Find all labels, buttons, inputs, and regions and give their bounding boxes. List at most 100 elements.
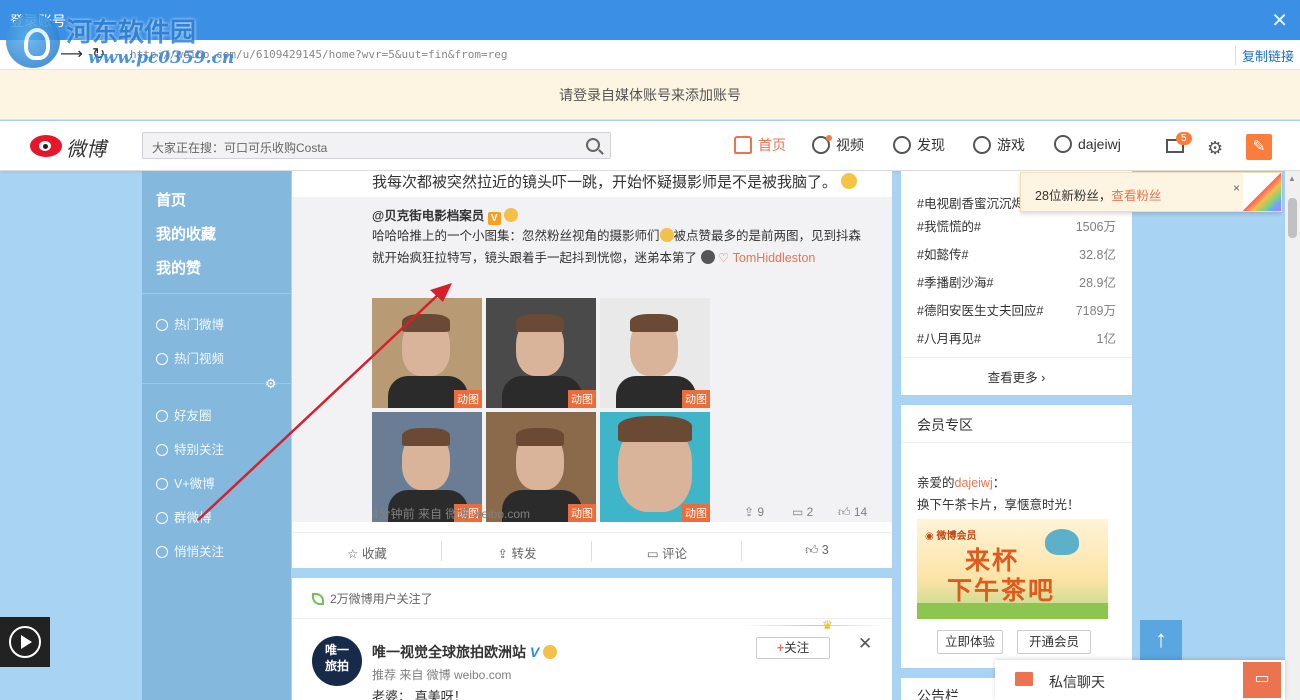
divider bbox=[901, 357, 1132, 358]
chat-bubble-icon[interactable]: ▭ bbox=[1243, 662, 1281, 698]
settings-icon[interactable]: ⚙ bbox=[265, 376, 277, 392]
hot-topic[interactable]: #八月再见# bbox=[917, 328, 981, 347]
mention-text: TomHiddleston bbox=[732, 251, 816, 265]
comment-icon: ▭ bbox=[792, 505, 807, 519]
forward-button[interactable]: ⇪ 转发 bbox=[442, 543, 592, 562]
left-nav-friends-circle[interactable]: 好友圈 bbox=[156, 405, 212, 424]
mail-badge: 5 bbox=[1176, 132, 1192, 145]
nav-video[interactable]: 视频 bbox=[812, 135, 864, 155]
address-bar: ⟶ ↻ http://weibo.com/u/6109429145/home?w… bbox=[0, 40, 1300, 70]
weibo-logo-text: 微博 bbox=[66, 139, 106, 161]
left-nav-vplus-label: V+微博 bbox=[174, 477, 215, 491]
back-arrow-icon[interactable]: ⟶ bbox=[60, 44, 83, 64]
hot-topic[interactable]: #季播剧沙海# bbox=[917, 272, 993, 291]
scroll-up-icon[interactable]: ▲ bbox=[1288, 174, 1296, 183]
follow-button[interactable]: +关注 bbox=[756, 637, 830, 659]
collect-button[interactable]: ☆ 收藏 bbox=[292, 543, 442, 562]
recommend-header: 2万微博用户关注了 bbox=[312, 590, 433, 607]
hair-shape bbox=[516, 314, 564, 332]
video-player-widget[interactable] bbox=[0, 617, 50, 667]
gif-thumbnail[interactable]: 动图 bbox=[486, 298, 596, 408]
avatar-text-2: 旅拍 bbox=[324, 659, 349, 673]
window-title-bar: 登录账号 ✕ bbox=[0, 0, 1300, 40]
try-now-button[interactable]: 立即体验 bbox=[937, 630, 1003, 654]
post-actions: ☆ 收藏 ⇪ 转发 ▭ 评论 👍︎ 3 bbox=[292, 532, 892, 568]
left-nav-likes[interactable]: 我的赞 bbox=[156, 257, 201, 278]
copy-link-button[interactable]: 复制链接 bbox=[1234, 46, 1294, 65]
left-nav-hot-weibo[interactable]: 热门微博 bbox=[156, 314, 224, 333]
emoji-icon bbox=[504, 208, 519, 222]
play-icon[interactable] bbox=[9, 626, 41, 658]
divider bbox=[292, 618, 892, 619]
search-input[interactable]: 大家正在搜：可口可乐收购Costa bbox=[142, 132, 611, 159]
banner-line-2: 下午茶吧 bbox=[947, 576, 1056, 605]
repost-comment-count[interactable]: ▭ 2 bbox=[792, 505, 813, 519]
page-scrollbar[interactable]: ▲ bbox=[1285, 171, 1300, 700]
tip-close-icon[interactable]: × bbox=[1233, 181, 1240, 195]
new-dot bbox=[826, 135, 832, 141]
hair-shape bbox=[618, 416, 692, 442]
back-to-top-button[interactable]: ↑ bbox=[1140, 620, 1182, 662]
gear-icon[interactable]: ⚙ bbox=[1207, 138, 1223, 159]
like-button[interactable]: 👍︎ 3 bbox=[742, 543, 892, 558]
gif-thumbnail[interactable]: 动图 bbox=[600, 412, 710, 522]
private-chat-bar[interactable]: 私信聊天 ▭ bbox=[995, 660, 1285, 700]
comment-button[interactable]: ▭ 评论 bbox=[592, 543, 742, 562]
left-nav-vplus[interactable]: V+微博 bbox=[156, 473, 215, 492]
weibo-vip-icon: ◉ bbox=[925, 531, 937, 542]
avatar[interactable]: 唯一 旅拍 bbox=[312, 636, 362, 686]
nav-discover[interactable]: 发现 bbox=[893, 135, 945, 155]
hot-topic[interactable]: #德阳安医生丈夫回应# bbox=[917, 300, 1043, 319]
follow-label: 关注 bbox=[784, 641, 810, 655]
hair-shape bbox=[402, 428, 450, 446]
vplus-icon bbox=[156, 478, 168, 490]
doge-emoji-icon bbox=[841, 173, 858, 189]
mention-link[interactable]: ♡ TomHiddleston bbox=[718, 251, 815, 265]
greet-user[interactable]: dajeiwj bbox=[955, 476, 993, 490]
nav-game[interactable]: 游戏 bbox=[973, 135, 1025, 155]
open-membership-button[interactable]: 开通会员 bbox=[1017, 630, 1091, 654]
greet-pre: 亲爱的 bbox=[917, 476, 955, 490]
mail-icon bbox=[1015, 672, 1033, 686]
grass-shape bbox=[917, 603, 1108, 619]
hot-topic-count: 7189万 bbox=[1075, 304, 1116, 318]
hot-topic[interactable]: #如懿传# bbox=[917, 244, 968, 263]
left-nav-group-weibo[interactable]: 群微博 bbox=[156, 507, 212, 526]
compose-button[interactable]: ✎ bbox=[1246, 134, 1272, 160]
hair-shape bbox=[402, 314, 450, 332]
scrollbar-thumb[interactable] bbox=[1288, 198, 1297, 238]
thumb-up-icon: 👍︎ bbox=[838, 505, 854, 519]
left-nav-home[interactable]: 首页 bbox=[156, 189, 186, 210]
see-more-label: 查看更多 bbox=[987, 371, 1038, 385]
user-icon bbox=[1054, 135, 1072, 153]
search-icon[interactable] bbox=[586, 138, 600, 152]
nav-home[interactable]: 首页 bbox=[734, 135, 786, 155]
left-nav-hot-video[interactable]: 热门视频 bbox=[156, 348, 224, 367]
close-icon[interactable]: ✕ bbox=[1271, 8, 1288, 33]
star-icon: ☆ bbox=[347, 547, 362, 561]
member-greeting: 亲爱的dajeiwj： bbox=[917, 472, 1005, 491]
refresh-icon[interactable]: ↻ bbox=[92, 44, 105, 64]
nav-user[interactable]: dajeiwj bbox=[1054, 135, 1121, 153]
user-name[interactable]: 唯一视觉全球旅拍欧洲站 V bbox=[372, 642, 558, 662]
repost-forward-count[interactable]: ⇪ 9 bbox=[744, 505, 764, 519]
left-nav-quiet-follow[interactable]: 悄悄关注 bbox=[156, 541, 224, 560]
view-fans-link[interactable]: 查看粉丝 bbox=[1111, 189, 1161, 203]
close-icon[interactable]: ✕ bbox=[858, 634, 872, 654]
hot-topic[interactable]: #我慌慌的# bbox=[917, 216, 981, 235]
hot-topic-count: 1506万 bbox=[1075, 220, 1116, 234]
gif-thumbnail[interactable]: 动图 bbox=[372, 298, 482, 408]
see-more-link[interactable]: 查看更多 › bbox=[901, 367, 1132, 386]
left-nav-special-follow[interactable]: 特别关注 bbox=[156, 439, 224, 458]
user-name-text: 唯一视觉全球旅拍欧洲站 bbox=[372, 644, 526, 660]
repost-like-count[interactable]: 👍︎ 14 bbox=[838, 505, 867, 520]
repost-author[interactable]: @贝克街电影档案员 V bbox=[372, 205, 519, 225]
afternoon-tea-banner[interactable]: ◉ 微博会员 来杯 下午茶吧 bbox=[917, 519, 1108, 619]
member-zone-card: 会员专区 亲爱的dajeiwj： 换下午茶卡片，享惬意时光！ ◉ 微博会员 来杯… bbox=[901, 405, 1132, 668]
url-text[interactable]: http://weibo.com/u/6109429145/home?wvr=5… bbox=[130, 48, 508, 61]
gif-thumbnail[interactable]: 动图 bbox=[600, 298, 710, 408]
left-nav-favorites[interactable]: 我的收藏 bbox=[156, 223, 216, 244]
weibo-header: 微博 大家正在搜：可口可乐收购Costa 首页 视频 发现 游戏 dajeiwj bbox=[0, 121, 1300, 171]
nav-video-label: 视频 bbox=[836, 137, 864, 153]
new-fans-tip: 28位新粉丝，查看粉丝 × bbox=[1020, 172, 1282, 212]
